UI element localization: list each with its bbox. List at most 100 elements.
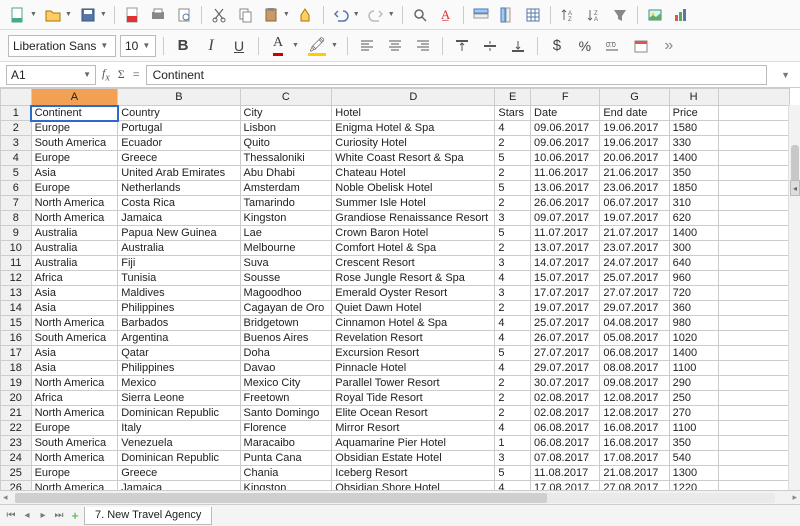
cell[interactable]: 29.07.2017 — [531, 361, 600, 376]
cell[interactable]: 2 — [495, 136, 531, 151]
cell[interactable]: Tunisia — [118, 271, 240, 286]
row-header[interactable]: 20 — [1, 391, 32, 406]
cell[interactable]: Jamaica — [118, 481, 240, 491]
cell[interactable]: 16.08.2017 — [600, 421, 669, 436]
currency-button[interactable]: $ — [545, 34, 569, 58]
cell[interactable]: Asia — [31, 361, 118, 376]
cell[interactable] — [718, 391, 789, 406]
cell[interactable]: Obsidian Estate Hotel — [332, 451, 495, 466]
cell[interactable]: 26.07.2017 — [531, 331, 600, 346]
cell[interactable]: 1400 — [669, 226, 718, 241]
tab-first-icon[interactable]: ⏮ — [4, 508, 18, 524]
cell[interactable] — [718, 451, 789, 466]
cell[interactable]: 21.07.2017 — [600, 226, 669, 241]
cell[interactable]: Chania — [240, 466, 332, 481]
cell[interactable] — [718, 226, 789, 241]
cell[interactable]: 1220 — [669, 481, 718, 491]
cell[interactable]: Greece — [118, 466, 240, 481]
cell[interactable]: 19.06.2017 — [600, 121, 669, 136]
font-color-button[interactable]: A — [266, 34, 290, 58]
cell[interactable]: Sousse — [240, 271, 332, 286]
table-row[interactable]: 11AustraliaFijiSuvaCrescent Resort314.07… — [1, 256, 790, 271]
cell[interactable]: Kingston — [240, 211, 332, 226]
spreadsheet-grid[interactable]: ABCDEFGH 1ContinentCountryCityHotelStars… — [0, 88, 790, 490]
cell[interactable]: Greece — [118, 151, 240, 166]
cell[interactable] — [718, 211, 789, 226]
table-row[interactable]: 15North AmericaBarbadosBridgetownCinnamo… — [1, 316, 790, 331]
cell[interactable]: 2 — [495, 406, 531, 421]
cell[interactable]: 4 — [495, 331, 531, 346]
cell[interactable]: Maldives — [118, 286, 240, 301]
cell[interactable]: 16.08.2017 — [600, 436, 669, 451]
cell[interactable]: Jamaica — [118, 211, 240, 226]
cell[interactable]: Cinnamon Hotel & Spa — [332, 316, 495, 331]
cell[interactable]: 1100 — [669, 421, 718, 436]
cell[interactable]: Europe — [31, 181, 118, 196]
row-header[interactable]: 25 — [1, 466, 32, 481]
cell[interactable] — [718, 256, 789, 271]
row-header[interactable]: 9 — [1, 226, 32, 241]
column-header[interactable]: H — [669, 89, 718, 106]
row-header[interactable]: 12 — [1, 271, 32, 286]
table-row[interactable]: 6EuropeNetherlandsAmsterdamNoble Obelisk… — [1, 181, 790, 196]
cell[interactable]: Revelation Resort — [332, 331, 495, 346]
cell[interactable]: End date — [600, 106, 669, 121]
cell[interactable]: Hotel — [332, 106, 495, 121]
table-row[interactable]: 17AsiaQatarDohaExcursion Resort527.07.20… — [1, 346, 790, 361]
cell[interactable]: South America — [31, 136, 118, 151]
cell[interactable]: Excursion Resort — [332, 346, 495, 361]
cell[interactable]: South America — [31, 331, 118, 346]
row-header[interactable]: 21 — [1, 406, 32, 421]
cell[interactable]: North America — [31, 376, 118, 391]
cell[interactable]: Grandiose Renaissance Resort — [332, 211, 495, 226]
cell[interactable]: 980 — [669, 316, 718, 331]
cell[interactable]: Europe — [31, 466, 118, 481]
cell[interactable]: 270 — [669, 406, 718, 421]
cell[interactable]: 09.06.2017 — [531, 136, 600, 151]
cell[interactable] — [718, 151, 789, 166]
formula-input[interactable]: Continent — [146, 65, 768, 85]
tab-prev-icon[interactable]: ◂ — [20, 508, 34, 524]
cell[interactable]: Australia — [31, 226, 118, 241]
cell[interactable]: 4 — [495, 271, 531, 286]
column-header[interactable] — [1, 89, 32, 106]
row-header[interactable]: 14 — [1, 301, 32, 316]
row-header[interactable]: 11 — [1, 256, 32, 271]
cell[interactable]: Kingston — [240, 481, 332, 491]
cell[interactable]: 27.08.2017 — [600, 481, 669, 491]
cell[interactable]: 2 — [495, 166, 531, 181]
row-header[interactable]: 19 — [1, 376, 32, 391]
cell[interactable]: Sierra Leone — [118, 391, 240, 406]
column-header[interactable] — [718, 89, 789, 106]
cell[interactable]: Europe — [31, 421, 118, 436]
column-header[interactable]: B — [118, 89, 240, 106]
row-header[interactable]: 16 — [1, 331, 32, 346]
dropdown-caret-icon[interactable]: ▼ — [100, 11, 107, 18]
align-bottom-button[interactable] — [506, 34, 530, 58]
cell[interactable]: Country — [118, 106, 240, 121]
tab-last-icon[interactable]: ⏭ — [52, 508, 66, 524]
column-header[interactable]: A — [31, 89, 118, 106]
cell[interactable]: 09.07.2017 — [531, 211, 600, 226]
cell[interactable]: 1020 — [669, 331, 718, 346]
cell[interactable]: Australia — [118, 241, 240, 256]
cell[interactable]: Summer Isle Hotel — [332, 196, 495, 211]
row-icon[interactable] — [469, 3, 493, 27]
cell[interactable]: Bridgetown — [240, 316, 332, 331]
cell[interactable]: Philippines — [118, 301, 240, 316]
cell[interactable]: 960 — [669, 271, 718, 286]
dropdown-caret-icon[interactable]: ▼ — [30, 11, 37, 18]
cell[interactable]: 5 — [495, 226, 531, 241]
highlight-color-button[interactable]: 🖍 — [305, 34, 329, 58]
cell-reference-box[interactable]: A1 ▼ — [6, 65, 96, 85]
cell[interactable]: Crown Baron Hotel — [332, 226, 495, 241]
cell[interactable]: 540 — [669, 451, 718, 466]
cell[interactable]: 330 — [669, 136, 718, 151]
cell[interactable]: 24.07.2017 — [600, 256, 669, 271]
table-row[interactable]: 8North AmericaJamaicaKingstonGrandiose R… — [1, 211, 790, 226]
cell[interactable]: Quiet Dawn Hotel — [332, 301, 495, 316]
clone-format-icon[interactable] — [294, 3, 318, 27]
dropdown-caret-icon[interactable]: ▼ — [283, 11, 290, 18]
cell[interactable]: Cagayan de Oro — [240, 301, 332, 316]
paste-icon[interactable] — [259, 3, 283, 27]
